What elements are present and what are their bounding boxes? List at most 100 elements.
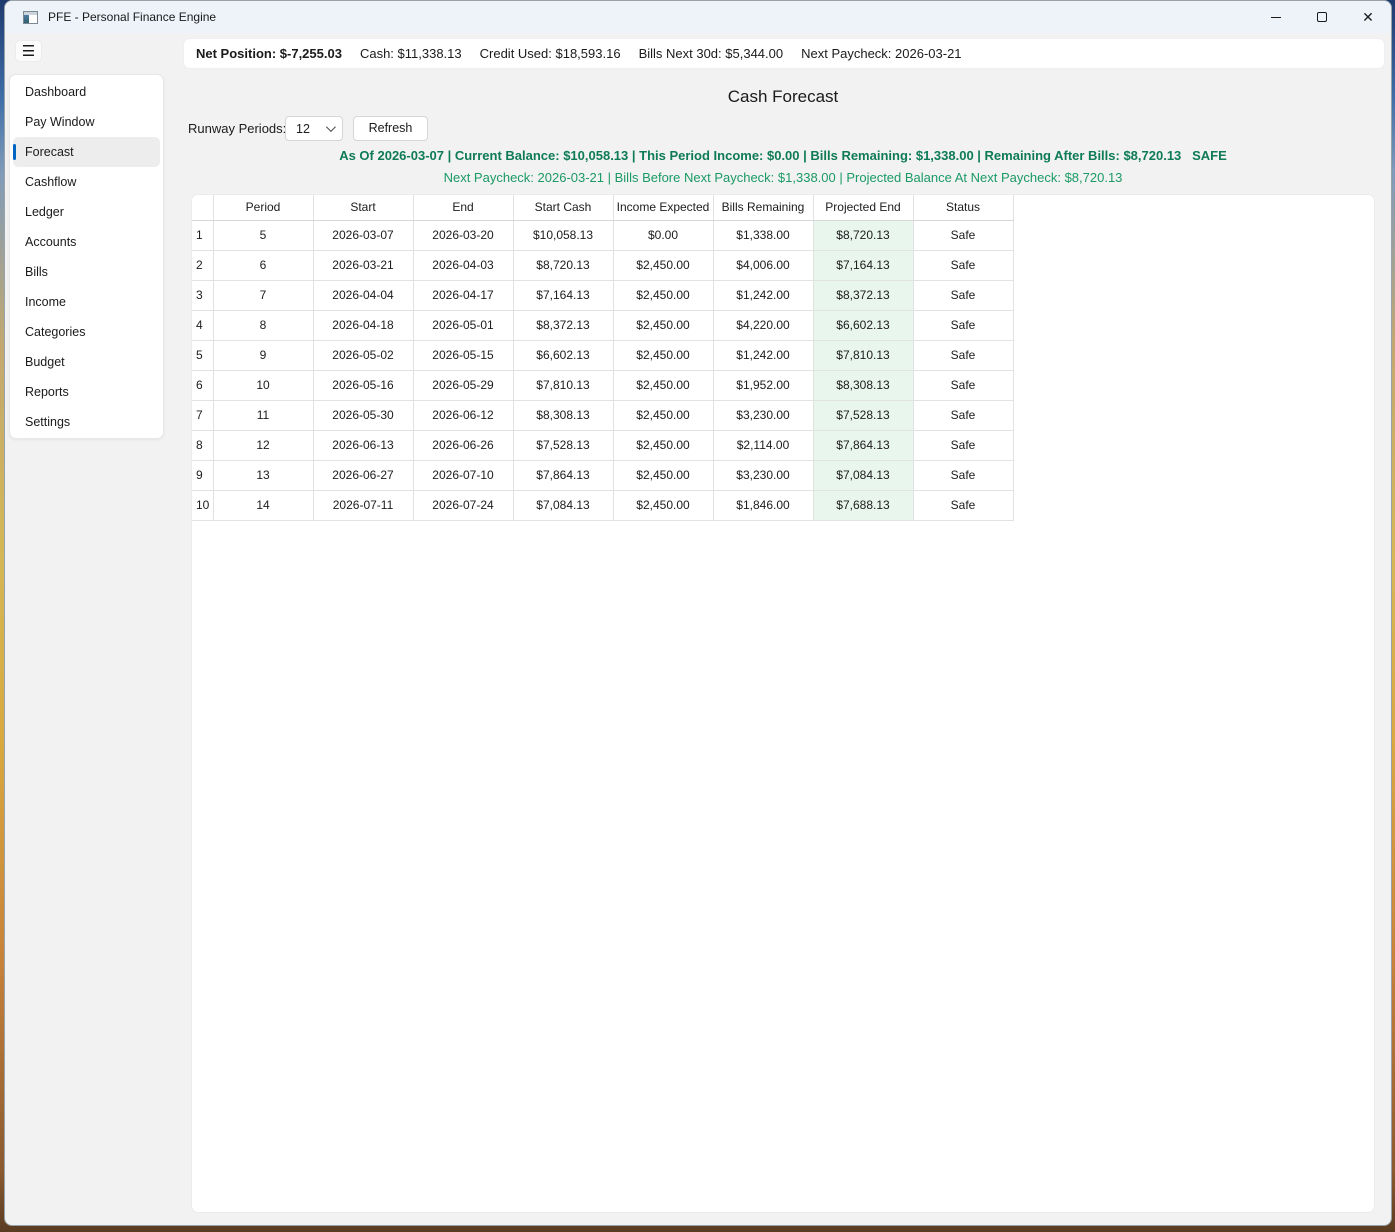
- sidebar-item-ledger[interactable]: Ledger: [13, 197, 160, 227]
- forecast-table: PeriodStartEndStart CashIncome ExpectedB…: [192, 195, 1014, 521]
- cell-projected: $8,372.13: [813, 280, 913, 310]
- column-header-projected-end[interactable]: Projected End: [813, 195, 913, 220]
- sidebar-item-label: Pay Window: [25, 115, 94, 129]
- sidebar-item-label: Settings: [25, 415, 70, 429]
- cell-start: 2026-03-07: [313, 220, 413, 250]
- cell-projected: $8,720.13: [813, 220, 913, 250]
- cell-period: 13: [213, 460, 313, 490]
- cell-income: $2,450.00: [613, 250, 713, 280]
- row-number: 9: [192, 460, 213, 490]
- sidebar-item-income[interactable]: Income: [13, 287, 160, 317]
- table-row[interactable]: 372026-04-042026-04-17$7,164.13$2,450.00…: [192, 280, 1013, 310]
- status-bar: Net Position: $-7,255.03 Cash: $11,338.1…: [184, 39, 1384, 68]
- sidebar-item-cashflow[interactable]: Cashflow: [13, 167, 160, 197]
- cell-period: 7: [213, 280, 313, 310]
- sidebar-item-bills[interactable]: Bills: [13, 257, 160, 287]
- sidebar-item-accounts[interactable]: Accounts: [13, 227, 160, 257]
- sidebar-item-reports[interactable]: Reports: [13, 377, 160, 407]
- sidebar-item-label: Dashboard: [25, 85, 86, 99]
- sidebar-item-pay-window[interactable]: Pay Window: [13, 107, 160, 137]
- cell-end: 2026-03-20: [413, 220, 513, 250]
- column-header-end[interactable]: End: [413, 195, 513, 220]
- sidebar-item-dashboard[interactable]: Dashboard: [13, 77, 160, 107]
- table-row[interactable]: 482026-04-182026-05-01$8,372.13$2,450.00…: [192, 310, 1013, 340]
- column-header-start[interactable]: Start: [313, 195, 413, 220]
- cell-start: 2026-05-16: [313, 370, 413, 400]
- cell-start: 2026-05-02: [313, 340, 413, 370]
- column-header-start-cash[interactable]: Start Cash: [513, 195, 613, 220]
- cell-end: 2026-06-12: [413, 400, 513, 430]
- cell-end: 2026-05-15: [413, 340, 513, 370]
- net-position-status: Net Position: $-7,255.03: [196, 46, 342, 61]
- cell-period: 10: [213, 370, 313, 400]
- cell-period: 11: [213, 400, 313, 430]
- sidebar-item-label: Accounts: [25, 235, 76, 249]
- sidebar-item-label: Budget: [25, 355, 65, 369]
- cell-status: Safe: [913, 400, 1013, 430]
- cell-period: 12: [213, 430, 313, 460]
- cell-start_cash: $6,602.13: [513, 340, 613, 370]
- table-row[interactable]: 8122026-06-132026-06-26$7,528.13$2,450.0…: [192, 430, 1013, 460]
- cell-income: $2,450.00: [613, 310, 713, 340]
- cell-start: 2026-05-30: [313, 400, 413, 430]
- cell-end: 2026-04-03: [413, 250, 513, 280]
- minimize-button[interactable]: [1253, 1, 1299, 33]
- column-header-bills-remaining[interactable]: Bills Remaining: [713, 195, 813, 220]
- cell-bills: $1,242.00: [713, 340, 813, 370]
- cell-status: Safe: [913, 310, 1013, 340]
- row-number: 5: [192, 340, 213, 370]
- status-item: Cash: $11,338.13: [360, 46, 462, 61]
- cell-status: Safe: [913, 460, 1013, 490]
- table-row[interactable]: 10142026-07-112026-07-24$7,084.13$2,450.…: [192, 490, 1013, 520]
- row-header-corner: [192, 195, 213, 220]
- cell-end: 2026-07-24: [413, 490, 513, 520]
- cell-start: 2026-03-21: [313, 250, 413, 280]
- runway-periods-select[interactable]: 12: [285, 116, 343, 141]
- cell-status: Safe: [913, 280, 1013, 310]
- column-header-status[interactable]: Status: [913, 195, 1013, 220]
- app-window: PFE - Personal Finance Engine ✕ ☰ Net Po…: [4, 0, 1392, 1226]
- close-icon: ✕: [1362, 10, 1374, 24]
- row-number: 3: [192, 280, 213, 310]
- cell-start_cash: $8,720.13: [513, 250, 613, 280]
- runway-periods-value: 12: [296, 122, 310, 136]
- cell-start_cash: $8,372.13: [513, 310, 613, 340]
- sidebar-item-label: Ledger: [25, 205, 64, 219]
- row-number: 4: [192, 310, 213, 340]
- sidebar-item-label: Cashflow: [25, 175, 76, 189]
- sidebar-item-forecast[interactable]: Forecast: [13, 137, 160, 167]
- table-row[interactable]: 152026-03-072026-03-20$10,058.13$0.00$1,…: [192, 220, 1013, 250]
- menu-toggle-button[interactable]: ☰: [15, 40, 42, 62]
- cell-end: 2026-06-26: [413, 430, 513, 460]
- sidebar-item-label: Income: [25, 295, 66, 309]
- forecast-summary-line2: Next Paycheck: 2026-03-21 | Bills Before…: [191, 170, 1375, 185]
- maximize-button[interactable]: [1299, 1, 1345, 33]
- app-icon: [23, 11, 38, 24]
- row-number: 1: [192, 220, 213, 250]
- table-row[interactable]: 9132026-06-272026-07-10$7,864.13$2,450.0…: [192, 460, 1013, 490]
- sidebar-item-budget[interactable]: Budget: [13, 347, 160, 377]
- table-row[interactable]: 592026-05-022026-05-15$6,602.13$2,450.00…: [192, 340, 1013, 370]
- cell-start_cash: $7,864.13: [513, 460, 613, 490]
- cell-start_cash: $8,308.13: [513, 400, 613, 430]
- cell-income: $2,450.00: [613, 280, 713, 310]
- cell-projected: $7,810.13: [813, 340, 913, 370]
- column-header-income-expected[interactable]: Income Expected: [613, 195, 713, 220]
- maximize-icon: [1317, 12, 1327, 22]
- table-row[interactable]: 262026-03-212026-04-03$8,720.13$2,450.00…: [192, 250, 1013, 280]
- cell-bills: $3,230.00: [713, 460, 813, 490]
- table-row[interactable]: 7112026-05-302026-06-12$8,308.13$2,450.0…: [192, 400, 1013, 430]
- hamburger-icon: ☰: [22, 42, 35, 60]
- sidebar-item-categories[interactable]: Categories: [13, 317, 160, 347]
- sidebar-item-label: Reports: [25, 385, 69, 399]
- close-button[interactable]: ✕: [1345, 1, 1391, 33]
- cell-projected: $7,164.13: [813, 250, 913, 280]
- refresh-button[interactable]: Refresh: [353, 116, 428, 141]
- cell-income: $2,450.00: [613, 490, 713, 520]
- sidebar-item-settings[interactable]: Settings: [13, 407, 160, 437]
- row-number: 7: [192, 400, 213, 430]
- column-header-period[interactable]: Period: [213, 195, 313, 220]
- table-row[interactable]: 6102026-05-162026-05-29$7,810.13$2,450.0…: [192, 370, 1013, 400]
- cell-end: 2026-05-01: [413, 310, 513, 340]
- cell-bills: $1,952.00: [713, 370, 813, 400]
